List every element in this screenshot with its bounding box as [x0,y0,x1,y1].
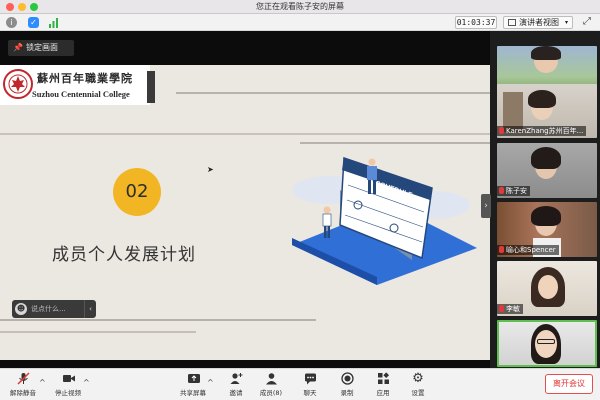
college-name-chinese: 蘇州百年職業學院 [37,72,133,85]
divider-line [0,133,490,135]
participant-tile[interactable]: 李敏 [497,261,597,316]
meeting-controls-bar: 解除静音 ^ 停止视频 ^ 共享屏幕 ^ 邀请 成员(8) 聊天 录制 应用 ⚙… [0,368,600,400]
participant-name: 喻心和Spencer [497,245,559,255]
section-number-badge: 02 [113,168,161,216]
accent-line [300,142,490,144]
footer-rule-short [0,331,196,333]
video-options-chevron-icon[interactable]: ^ [83,378,90,387]
apps-grid-icon [377,372,390,385]
college-logo: 蘇州百年職業學院 Suzhou Centennial College [0,65,150,105]
participant-tile-active-speaker[interactable] [497,320,597,367]
signal-strength-icon[interactable] [48,17,59,28]
audio-options-chevron-icon[interactable]: ^ [39,378,46,387]
muted-mic-icon [16,372,30,385]
record-button[interactable]: 录制 [327,372,367,399]
header-rule [176,92,490,94]
participant-tile[interactable]: 陈子安 [497,143,597,198]
comment-input[interactable]: ☻ 说点什么... ‹ [12,300,96,318]
muted-mic-icon [499,187,504,194]
participant-name: 陈子安 [497,186,530,196]
participants-icon [265,372,278,385]
share-screen-icon [187,372,200,385]
lock-screen-label: 锁定画面 [25,43,58,52]
panel-toggle-chevron-icon[interactable]: › [481,194,491,218]
participant-tile[interactable]: 喻心和Spencer [497,202,597,257]
security-shield-icon[interactable]: ✓ [28,17,39,28]
info-icon[interactable]: i [6,17,17,28]
window-title: 您正在观看陈子安的屏幕 [256,2,344,11]
meeting-top-toolbar: i ✓ 01:03:37 演讲者视图 ▾ ⤢ [0,14,600,31]
muted-mic-icon [499,246,504,253]
pin-icon: 📌 [13,43,23,52]
college-seal-icon [3,69,33,99]
footer-rule [0,319,316,321]
muted-mic-icon [499,127,504,134]
collapse-chevron-icon[interactable]: ‹ [84,300,96,318]
apps-button[interactable]: 应用 [363,372,403,399]
participants-button[interactable]: 成员(8) [251,372,291,399]
lock-screen-button[interactable]: 📌 锁定画面 [8,40,74,56]
window-title-bar: 您正在观看陈子安的屏幕 [0,0,600,14]
speaker-view-dropdown[interactable]: 演讲者视图 ▾ [503,16,573,29]
record-icon [340,372,354,385]
stop-video-button[interactable]: 停止视频 [48,372,88,399]
unmute-button[interactable]: 解除静音 [3,372,43,399]
chat-bubble-icon [304,372,317,385]
chevron-down-icon: ▾ [564,19,568,26]
invite-button[interactable]: 邀请 [216,372,256,399]
participant-tile[interactable]: KarenZhang苏州百年... [497,84,597,138]
slide-title: 成员个人发展计划 [52,245,196,265]
gear-icon: ⚙ [412,371,424,386]
participant-name: KarenZhang苏州百年... [497,126,587,136]
grid-view-icon [508,19,516,26]
college-name-english: Suzhou Centennial College [32,89,130,99]
leave-meeting-button[interactable]: 离开会议 [545,374,593,394]
participant-name: 李敏 [497,304,523,314]
share-options-chevron-icon[interactable]: ^ [207,378,214,387]
comment-placeholder: 说点什么... [31,305,66,313]
logo-side-tab [147,71,155,103]
chat-button[interactable]: 聊天 [290,372,330,399]
muted-mic-icon [499,305,504,312]
video-camera-icon [62,372,75,385]
fullscreen-icon[interactable]: ⤢ [580,16,594,29]
mouse-cursor-icon: ➤ [207,165,214,174]
meeting-timer: 01:03:37 [455,16,497,29]
emoji-icon[interactable]: ☻ [15,303,27,315]
speaker-view-label: 演讲者视图 [519,18,559,27]
add-person-icon [230,372,243,385]
schedule-illustration: SCHEDULE [292,156,477,285]
settings-button[interactable]: ⚙ 设置 [398,372,438,399]
